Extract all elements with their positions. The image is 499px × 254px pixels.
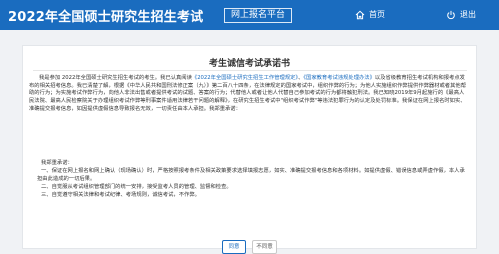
- requirement-item: 一、保证在网上报名和网上确认（现场确认）时，严格按照报考条件及相关政策要求选择填…: [37, 168, 465, 182]
- violation-rules-link[interactable]: 《国家教育考试违规处理办法》: [303, 75, 375, 81]
- requirement-item: 二、自觉服从考试组织管理部门的统一安排，接受监考人员的管理、监督和检查。: [41, 184, 232, 190]
- title-divider: [33, 70, 467, 71]
- admission-rules-link[interactable]: 《2022年全国硕士研究生招生工作管理规定》: [192, 75, 298, 81]
- paragraph-lead: 我是参加 2022年全国硕士研究生招生考试的考生。我已认真阅读: [39, 75, 192, 81]
- nav-home-label: 首页: [369, 10, 385, 19]
- nav-home-link[interactable]: 首页: [355, 9, 385, 20]
- requirements-list: 一、保证在网上报名和网上确认（现场确认）时，严格按照报考条件及相关政策要求选择填…: [37, 167, 469, 199]
- requirements-heading: 我郑重承诺：: [41, 160, 73, 166]
- nav-exit-link[interactable]: 退出: [446, 9, 476, 20]
- commitment-paragraph: 我是参加 2022年全国硕士研究生招生考试的考生。我已认真阅读《2022年全国硕…: [29, 75, 469, 114]
- nav-exit-label: 退出: [460, 10, 476, 19]
- site-title: 2022年全国硕士研究生招生考试: [8, 10, 204, 25]
- disagree-button[interactable]: 不同意: [252, 240, 277, 254]
- requirement-item: 三、自觉遵守相关法律和考试纪律、考场规则，诚信考试，不作弊。: [41, 192, 200, 198]
- document-title: 考生诚信考试承诺书: [208, 59, 290, 69]
- commitment-card: 考生诚信考试承诺书 我是参加 2022年全国硕士研究生招生考试的考生。我已认真阅…: [22, 45, 477, 254]
- agree-button[interactable]: 同意: [222, 240, 246, 254]
- top-header: 2022年全国硕士研究生招生考试 网上报名平台 首页 退出: [0, 0, 499, 30]
- home-icon: [355, 10, 365, 19]
- power-icon: [447, 10, 455, 19]
- platform-badge: 网上报名平台: [224, 8, 293, 23]
